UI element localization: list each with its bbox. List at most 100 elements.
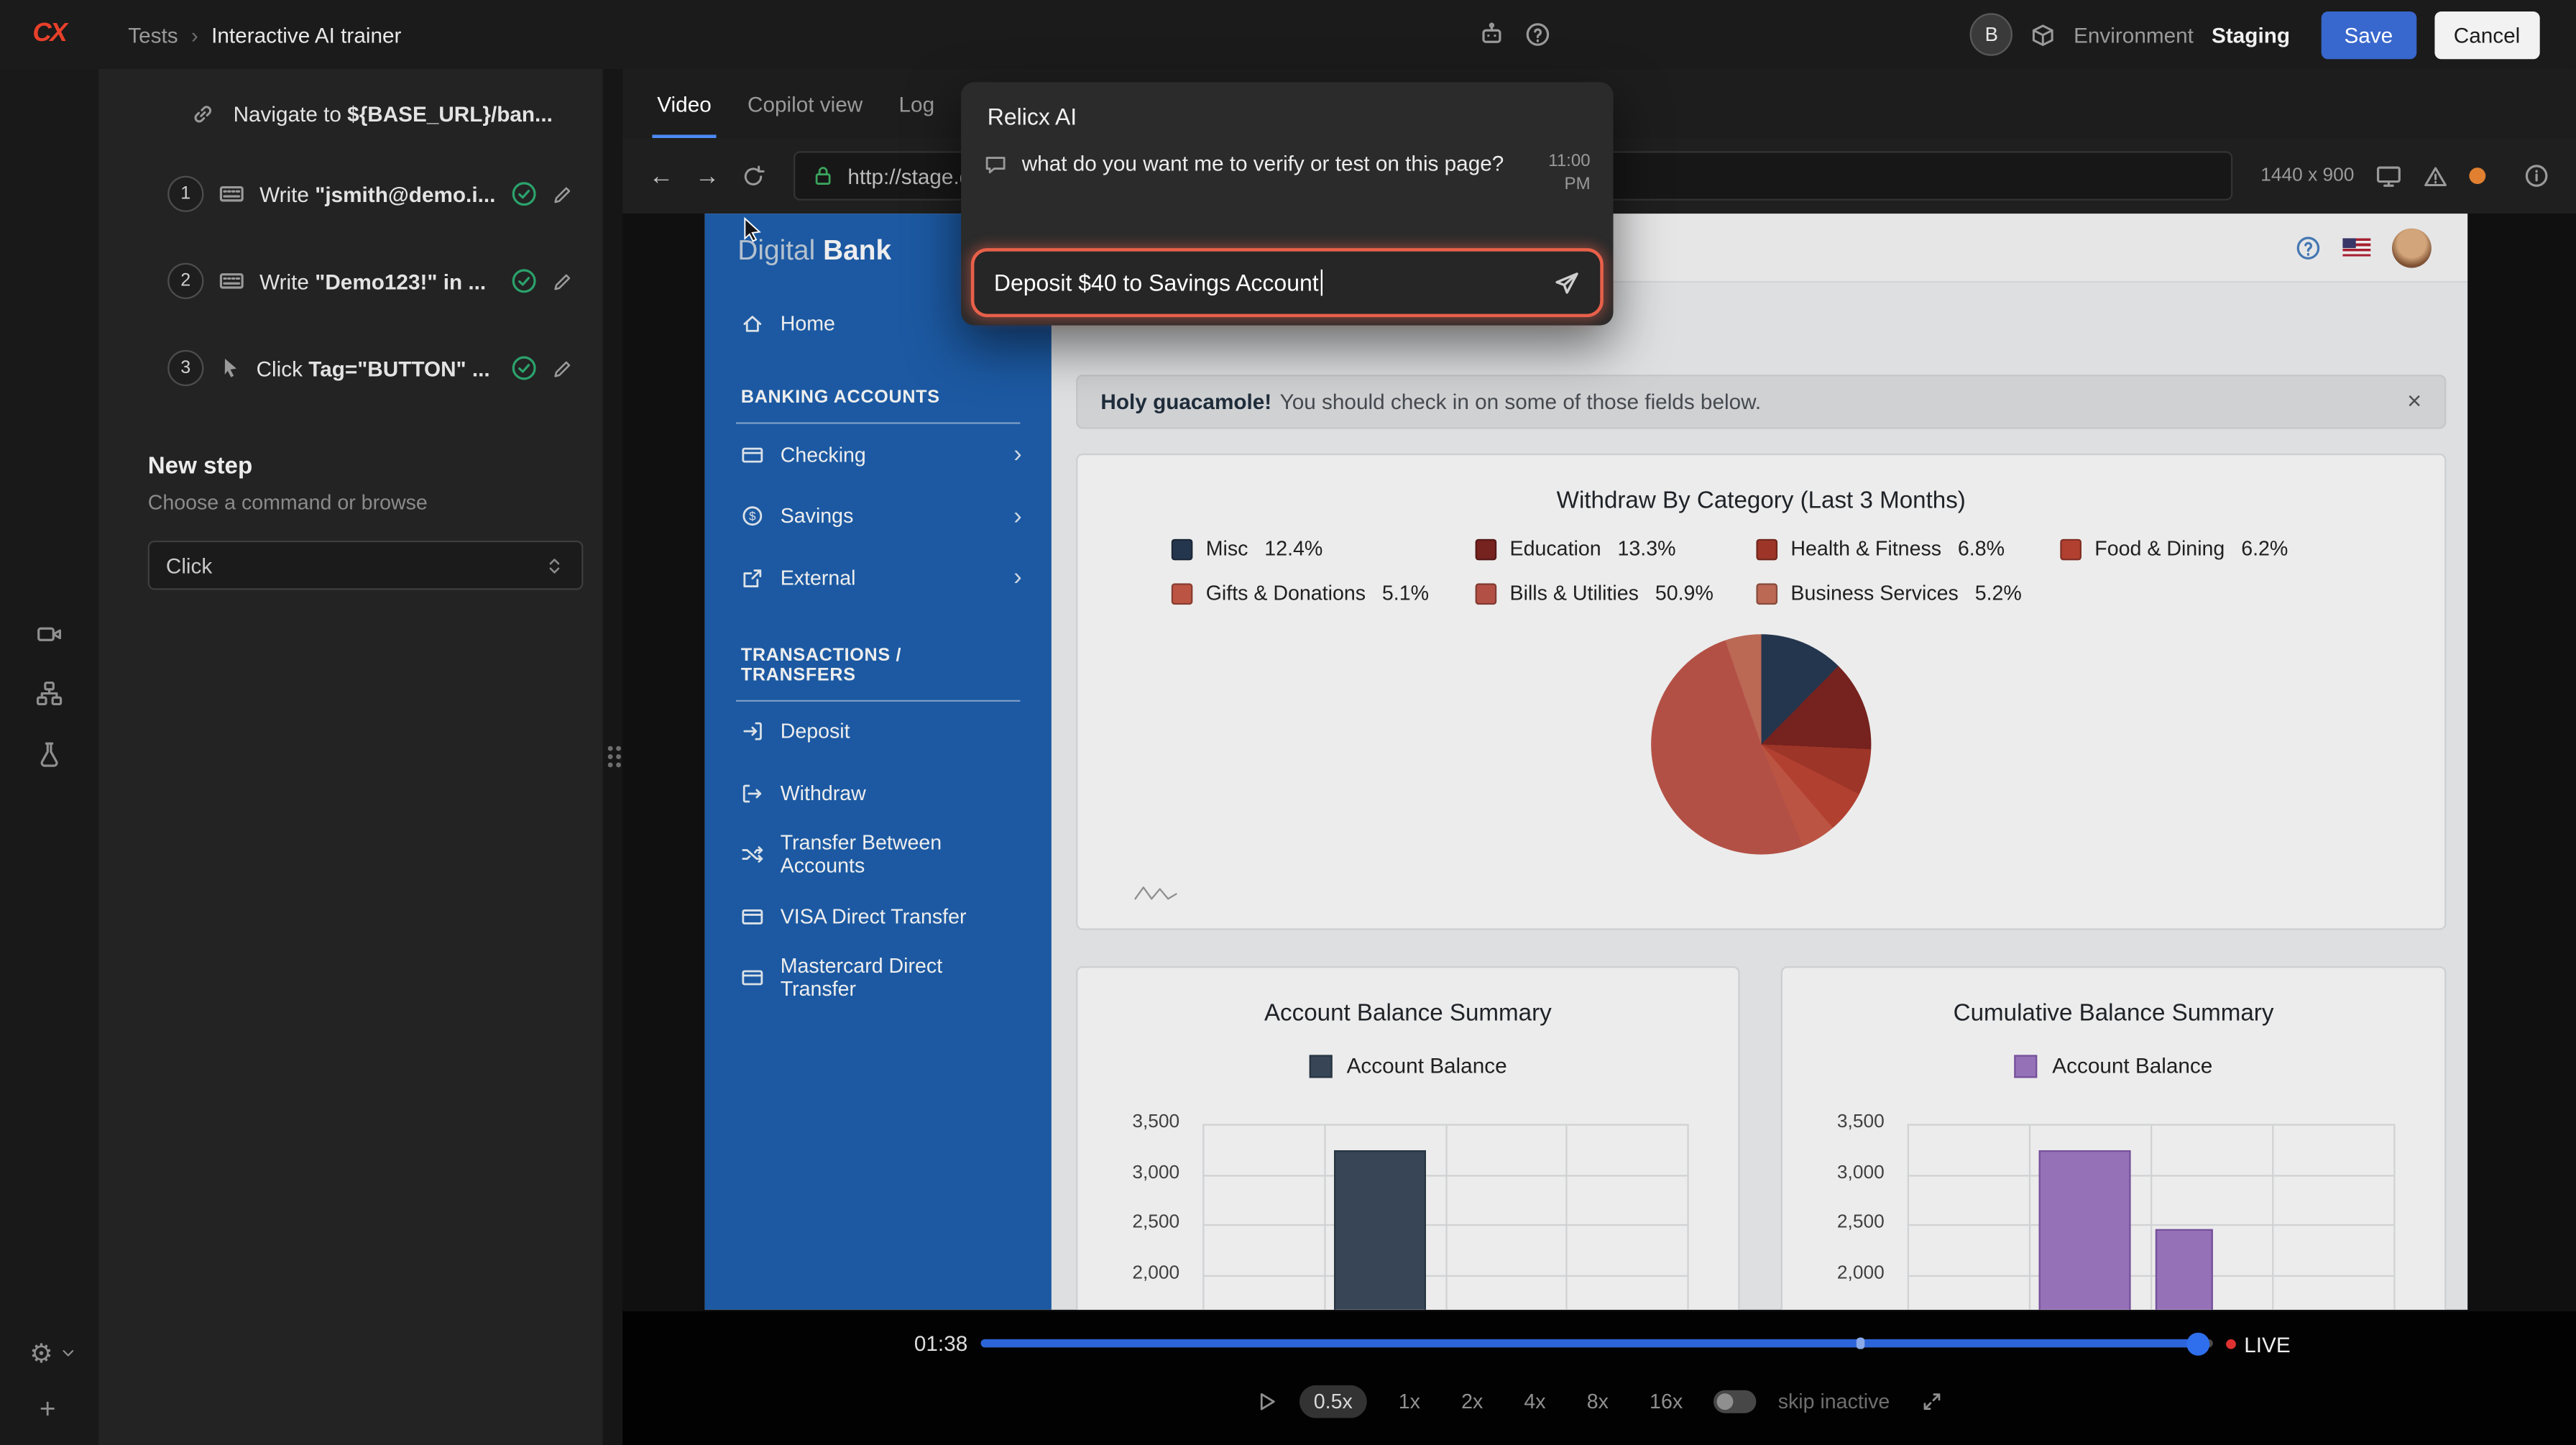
- ai-prompt-input[interactable]: Deposit $40 to Savings Account: [971, 248, 1604, 317]
- speed-0-5x[interactable]: 0.5x: [1299, 1385, 1367, 1418]
- video-camera-icon[interactable]: [36, 621, 63, 648]
- bank-help-icon[interactable]: [2295, 234, 2322, 261]
- gridline: [1687, 1124, 1688, 1309]
- live-label[interactable]: LIVE: [2244, 1332, 2290, 1357]
- shuffle-icon: [741, 843, 764, 866]
- cumulative-balance-card: Cumulative Balance Summary Account Balan…: [1781, 966, 2447, 1310]
- breadcrumb-current: Interactive AI trainer: [211, 22, 401, 47]
- tab-log[interactable]: Log: [880, 69, 952, 138]
- reload-icon[interactable]: [741, 163, 765, 188]
- speed-1x[interactable]: 1x: [1389, 1385, 1430, 1418]
- chevron-right-icon: ›: [1013, 503, 1021, 531]
- progress-thumb[interactable]: [2186, 1332, 2209, 1355]
- flask-icon[interactable]: [36, 741, 63, 768]
- navigate-step[interactable]: Navigate to ${BASE_URL}/ban...: [98, 69, 603, 137]
- bank-nav-savings[interactable]: $ Savings ›: [705, 485, 1052, 547]
- edit-step-icon[interactable]: [552, 183, 574, 205]
- bank-nav-home-label: Home: [781, 312, 835, 335]
- y-tick-label: 3,500: [1786, 1112, 1885, 1132]
- bank-user-avatar[interactable]: [2392, 228, 2432, 267]
- assistant-robot-icon[interactable]: [1478, 22, 1505, 48]
- bank-nav-mastercard-transfer[interactable]: Mastercard Direct Transfer: [705, 948, 1052, 1009]
- monitor-icon[interactable]: [2375, 162, 2402, 189]
- bank-sidebar: Digital Bank Home BANKING ACCOUNTS: [705, 214, 1052, 1310]
- save-button[interactable]: Save: [2321, 11, 2416, 58]
- legend-swatch: [1172, 582, 1193, 604]
- legend-item: Misc12.4%: [1172, 537, 1476, 560]
- user-avatar[interactable]: B: [1970, 13, 2012, 55]
- legend-item: Education13.3%: [1476, 537, 1757, 560]
- chevron-right-icon: ›: [1013, 441, 1021, 469]
- speed-8x[interactable]: 8x: [1577, 1385, 1619, 1418]
- bank-nav-label: Transfer Between Accounts: [781, 832, 1022, 878]
- bank-nav-visa-transfer[interactable]: VISA Direct Transfer: [705, 886, 1052, 948]
- cancel-button[interactable]: Cancel: [2434, 11, 2539, 58]
- bank-nav-label: Savings: [781, 505, 854, 528]
- play-icon[interactable]: [1254, 1390, 1277, 1413]
- card-icon: [741, 905, 764, 928]
- bank-nav-deposit[interactable]: Deposit: [705, 701, 1052, 763]
- bank-nav-withdraw[interactable]: Withdraw: [705, 763, 1052, 825]
- speed-16x[interactable]: 16x: [1639, 1385, 1692, 1418]
- info-icon[interactable]: [2524, 162, 2550, 189]
- tab-copilot-view[interactable]: Copilot view: [730, 69, 880, 138]
- send-icon[interactable]: [1552, 269, 1581, 297]
- svg-text:$: $: [749, 510, 756, 523]
- back-icon[interactable]: ←: [649, 163, 673, 188]
- relicx-logo[interactable]: CX: [0, 19, 98, 49]
- left-icon-rail: ⚙ +: [0, 69, 98, 1445]
- progress-track[interactable]: [981, 1339, 2213, 1347]
- bank-nav-checking[interactable]: Checking ›: [705, 424, 1052, 486]
- sparkline-icon[interactable]: [1133, 882, 1179, 902]
- topbar-right: B Environment Staging Save Cancel: [1970, 11, 2576, 58]
- edit-step-icon[interactable]: [552, 270, 574, 292]
- deposit-icon: [741, 720, 764, 743]
- step-detail: "Demo123!" in ...: [315, 269, 486, 293]
- bank-nav-external[interactable]: External ›: [705, 547, 1052, 609]
- forward-icon[interactable]: →: [695, 163, 719, 188]
- us-flag-icon[interactable]: [2342, 238, 2370, 256]
- step-row-2[interactable]: 2 Write "Demo123!" in ...: [98, 252, 603, 311]
- bank-nav-transfer[interactable]: Transfer Between Accounts: [705, 824, 1052, 886]
- breadcrumb-tests-link[interactable]: Tests: [128, 22, 178, 47]
- card-icon: [741, 444, 764, 467]
- gridline: [2150, 1124, 2152, 1309]
- fullscreen-icon[interactable]: [1921, 1390, 1944, 1413]
- step-action: Write: [259, 182, 309, 206]
- step-row-3[interactable]: 3 Click Tag="BUTTON" ...: [98, 339, 603, 398]
- alert-close-icon[interactable]: ×: [2407, 387, 2421, 416]
- panel-resize-handle[interactable]: [603, 69, 622, 1445]
- select-chevrons-icon: [544, 554, 566, 576]
- home-icon: [741, 312, 764, 335]
- legend-swatch: [2015, 1054, 2038, 1077]
- ai-message-time: 11:00PM: [1548, 150, 1590, 196]
- bar-chart-title: Cumulative Balance Summary: [1782, 1001, 2444, 1027]
- step-row-1[interactable]: 1 Write "jsmith@demo.i...": [98, 165, 603, 224]
- step-action: Write: [259, 269, 309, 293]
- command-select[interactable]: Click: [148, 541, 584, 590]
- tab-video[interactable]: Video: [639, 69, 730, 138]
- settings-gear-icon[interactable]: ⚙: [29, 1337, 78, 1370]
- alert-bold-text: Holy guacamole!: [1100, 390, 1271, 414]
- y-tick-label: 3,500: [1081, 1112, 1179, 1132]
- help-icon[interactable]: [1524, 22, 1551, 48]
- ai-message-row: what do you want me to verify or test on…: [961, 146, 1613, 196]
- speed-2x[interactable]: 2x: [1451, 1385, 1493, 1418]
- breadcrumb-separator-icon: ›: [191, 22, 198, 47]
- add-icon[interactable]: +: [40, 1393, 56, 1426]
- edit-step-icon[interactable]: [552, 357, 574, 379]
- warning-triangle-icon[interactable]: [2423, 163, 2447, 188]
- withdraw-icon: [741, 781, 764, 804]
- record-status-icon[interactable]: [2469, 168, 2485, 184]
- ai-dialog-title: Relicx AI: [961, 82, 1613, 146]
- remote-browser-viewport[interactable]: Digital Bank Home BANKING ACCOUNTS: [705, 214, 2468, 1310]
- speed-4x[interactable]: 4x: [1514, 1385, 1556, 1418]
- legend-swatch: [1172, 538, 1193, 560]
- progress-fill: [981, 1339, 2199, 1347]
- new-step-title: New step: [148, 454, 603, 480]
- workflow-icon[interactable]: [36, 680, 63, 707]
- skip-inactive-toggle[interactable]: [1714, 1390, 1757, 1413]
- remote-cursor-icon: [742, 217, 767, 252]
- step-detail: "jsmith@demo.i...": [315, 182, 496, 206]
- legend-label: Account Balance: [2052, 1053, 2212, 1078]
